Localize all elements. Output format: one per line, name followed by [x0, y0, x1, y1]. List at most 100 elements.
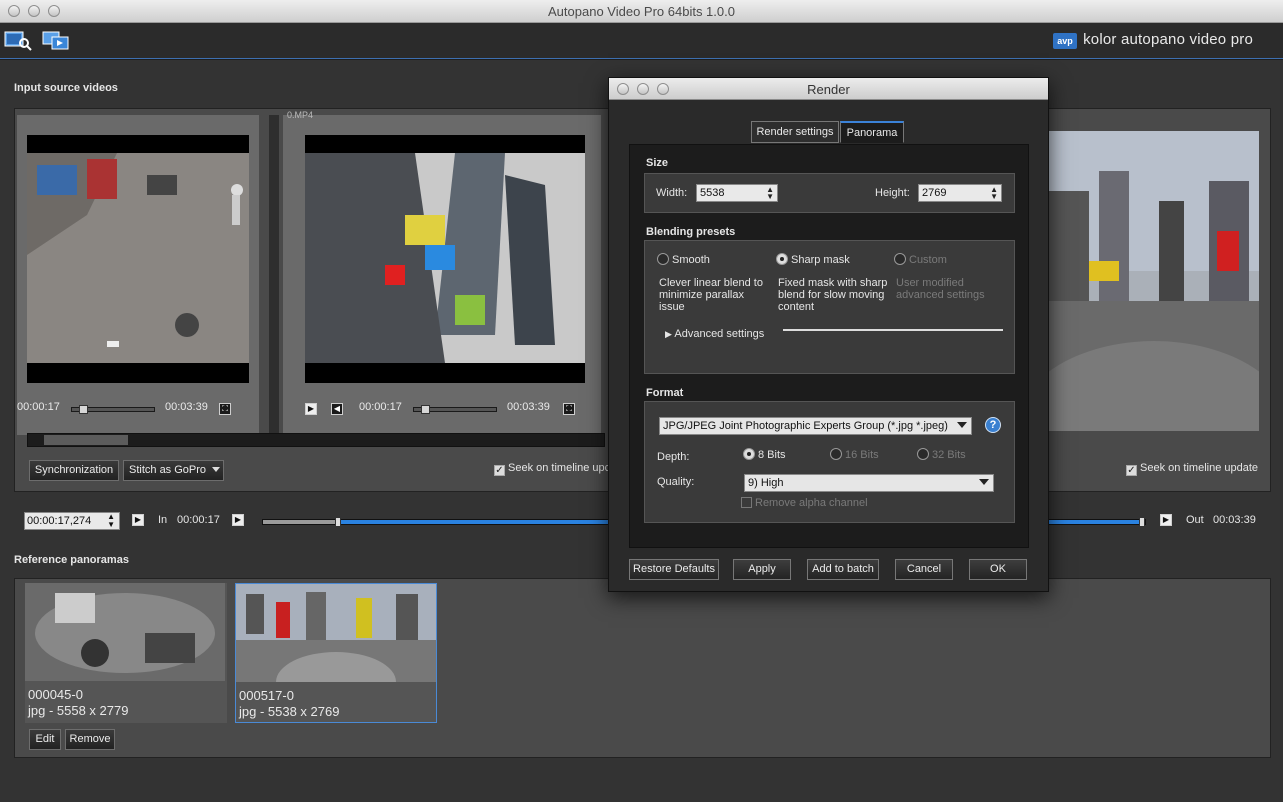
- stitch-as-label: Stitch as GoPro: [129, 464, 207, 476]
- restore-defaults-button[interactable]: Restore Defaults: [629, 559, 719, 580]
- in-label: In: [158, 514, 168, 526]
- panorama-thumbnail: [236, 584, 436, 682]
- video-preview-2[interactable]: [305, 135, 585, 383]
- timeline-out-handle[interactable]: [1139, 517, 1145, 527]
- panorama-name: 000045-0: [28, 687, 83, 702]
- depth-32bits-radio[interactable]: 32 Bits: [917, 448, 966, 461]
- set-out-point-icon[interactable]: ▶: [1160, 514, 1172, 526]
- synchronization-button[interactable]: Synchronization: [29, 460, 119, 481]
- in-time: 00:00:17: [177, 514, 220, 526]
- render-dialog: Render Render settings Panorama Size Wid…: [608, 77, 1049, 592]
- render-export-icon[interactable]: [42, 29, 70, 51]
- panorama-name: 000517-0: [239, 688, 294, 703]
- video-separator: [269, 115, 279, 435]
- video1-current-time: 00:00:17: [17, 401, 60, 413]
- tab-panorama[interactable]: Panorama: [840, 121, 904, 143]
- blending-presets-label: Blending presets: [646, 226, 736, 238]
- stepper-arrows-icon[interactable]: ▲ ▼: [766, 186, 774, 201]
- apply-button[interactable]: Apply: [733, 559, 791, 580]
- depth-label: Depth:: [657, 451, 690, 463]
- timecode-field[interactable]: 00:00:17,274 ▲ ▼: [24, 512, 120, 530]
- video1-scrub-knob[interactable]: [78, 405, 88, 414]
- fullscreen-icon[interactable]: ⛶: [219, 403, 231, 415]
- mute-icon[interactable]: ◀: [331, 403, 343, 415]
- chevron-down-icon: [979, 479, 989, 485]
- scrollbar-thumb[interactable]: [44, 435, 128, 445]
- video-thumbnail-1: [27, 135, 249, 383]
- brand-logo-badge: avp: [1053, 33, 1077, 49]
- panorama-preview[interactable]: [1049, 131, 1259, 431]
- window-titlebar: Autopano Video Pro 64bits 1.0.0: [0, 0, 1283, 23]
- seek-on-timeline-right-checkbox[interactable]: ✓ Seek on timeline update: [1126, 462, 1258, 476]
- size-label: Size: [646, 157, 669, 169]
- ok-button[interactable]: OK: [969, 559, 1027, 580]
- video1-scrubber[interactable]: [71, 405, 155, 414]
- timeline-before-in: [263, 520, 337, 524]
- add-to-batch-button[interactable]: Add to batch: [807, 559, 879, 580]
- quality-dropdown[interactable]: 9) High: [744, 474, 994, 492]
- video2-filename: 0.MP4: [287, 110, 314, 120]
- dialog-titlebar: Render: [609, 78, 1048, 100]
- toolbar: avp kolor autopano video pro: [0, 23, 1283, 59]
- panorama-preview-image: [1049, 131, 1259, 431]
- width-spinbox[interactable]: 5538 ▲ ▼: [696, 184, 778, 202]
- video1-total-time: 00:03:39: [165, 401, 208, 413]
- reference-panoramas-title: Reference panoramas: [14, 554, 129, 566]
- custom-radio[interactable]: Custom: [894, 253, 947, 266]
- video2-scrubber[interactable]: [413, 405, 497, 414]
- blending-presets-group: Smooth Sharp mask Custom Clever linear b…: [644, 240, 1015, 374]
- stitch-as-dropdown[interactable]: Stitch as GoPro: [123, 460, 224, 481]
- custom-description: User modified advanced settings: [896, 277, 985, 301]
- remove-alpha-checkbox[interactable]: Remove alpha channel: [741, 497, 868, 509]
- sharp-mask-description: Fixed mask with sharp blend for slow mov…: [778, 277, 888, 313]
- brand-text: kolor autopano video pro: [1083, 31, 1253, 48]
- width-label: Width:: [656, 187, 688, 199]
- help-icon[interactable]: ?: [985, 417, 1001, 433]
- format-dropdown[interactable]: JPG/JPEG Joint Photographic Experts Grou…: [659, 417, 972, 435]
- height-spinbox[interactable]: 2769 ▲ ▼: [918, 184, 1002, 202]
- stepper-arrows-icon[interactable]: ▲ ▼: [990, 186, 998, 201]
- out-label: Out: [1186, 514, 1204, 526]
- panorama-item[interactable]: 000045-0 jpg - 5558 x 2779: [25, 583, 227, 723]
- tab-render-settings[interactable]: Render settings: [751, 121, 839, 143]
- play-icon[interactable]: ▶: [132, 514, 144, 526]
- smooth-description: Clever linear blend to minimize parallax…: [659, 277, 763, 313]
- video2-total-time: 00:03:39: [507, 401, 550, 413]
- video-card-1: 00:00:17 00:03:39 ⛶: [17, 115, 259, 435]
- panorama-thumbnail: [25, 583, 225, 681]
- dialog-title: Render: [807, 82, 850, 97]
- timeline-in-handle[interactable]: [335, 517, 341, 527]
- format-label: Format: [646, 387, 684, 399]
- smooth-radio[interactable]: Smooth: [657, 253, 710, 266]
- play-icon[interactable]: ▶: [305, 403, 317, 415]
- out-time: 00:03:39: [1213, 514, 1256, 526]
- set-in-point-icon[interactable]: ▶: [232, 514, 244, 526]
- chevron-down-icon: [212, 467, 220, 472]
- depth-16bits-radio[interactable]: 16 Bits: [830, 448, 879, 461]
- video-thumbnail-2: [305, 135, 585, 383]
- advanced-settings-toggle[interactable]: ▶ Advanced settings: [665, 328, 764, 340]
- sharp-mask-radio[interactable]: Sharp mask: [776, 253, 850, 266]
- video2-current-time: 00:00:17: [359, 401, 402, 413]
- sources-hscrollbar[interactable]: [27, 433, 605, 447]
- depth-8bits-radio[interactable]: 8 Bits: [743, 448, 786, 461]
- import-video-icon[interactable]: [4, 29, 32, 51]
- disclosure-triangle-icon: ▶: [665, 329, 672, 339]
- fullscreen-icon[interactable]: ⛶: [563, 403, 575, 415]
- video-preview-1[interactable]: [27, 135, 249, 383]
- remove-button[interactable]: Remove: [65, 729, 115, 750]
- video2-scrub-knob[interactable]: [420, 405, 430, 414]
- panorama-info: jpg - 5538 x 2769: [239, 704, 340, 719]
- checkmark-icon: ✓: [494, 465, 505, 476]
- cancel-button[interactable]: Cancel: [895, 559, 953, 580]
- panorama-item-selected[interactable]: 000517-0 jpg - 5538 x 2769: [235, 583, 437, 723]
- chevron-down-icon: [957, 422, 967, 428]
- seek-on-timeline-left-checkbox[interactable]: ✓ Seek on timeline upc: [494, 462, 610, 476]
- height-label: Height:: [875, 187, 910, 199]
- video-card-2: 0.MP4 ▶ ◀ 00:00:17 00:03:39 ⛶: [283, 110, 601, 435]
- panorama-settings-panel: Size Width: 5538 ▲ ▼ Height: 2769 ▲ ▼ Blen…: [629, 144, 1029, 548]
- quality-label: Quality:: [657, 476, 695, 488]
- input-sources-title: Input source videos: [14, 82, 118, 94]
- stepper-arrows-icon[interactable]: ▲ ▼: [107, 513, 115, 529]
- edit-button[interactable]: Edit: [29, 729, 61, 750]
